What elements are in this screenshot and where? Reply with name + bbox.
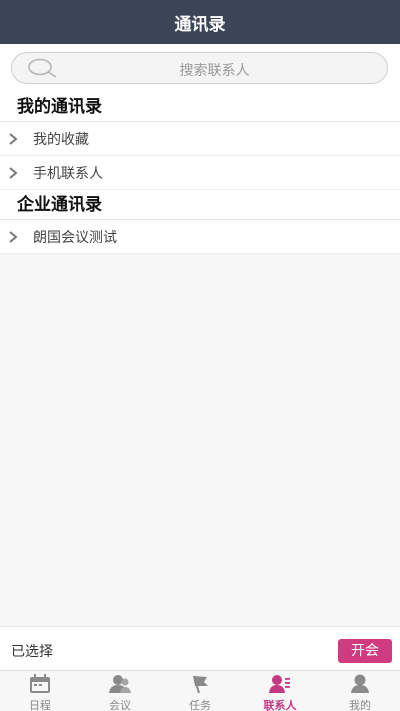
selection-bar: 已选择 开会: [0, 626, 400, 670]
contacts-icon: [269, 675, 290, 693]
chevron-right-icon: [9, 166, 18, 179]
search-input[interactable]: 搜索联系人: [11, 52, 388, 84]
search-placeholder: 搜索联系人: [179, 63, 250, 79]
app-header: 通讯录: [0, 0, 400, 44]
chevron-right-icon: [9, 230, 18, 243]
tab-label: 我的: [349, 699, 371, 711]
tab-task[interactable]: 任务: [160, 671, 240, 711]
tab-contacts[interactable]: 联系人: [240, 671, 320, 711]
list-item-phone-contacts[interactable]: 手机联系人: [0, 156, 400, 190]
tab-schedule[interactable]: 日程: [0, 671, 80, 711]
page-title: 通讯录: [174, 14, 226, 35]
tab-mine[interactable]: 我的: [320, 671, 400, 711]
tab-label: 会议: [109, 699, 131, 711]
search-bar: 搜索联系人: [0, 44, 400, 92]
flag-icon: [193, 675, 208, 694]
start-meeting-button[interactable]: 开会: [338, 639, 392, 663]
meeting-icon: [109, 675, 131, 693]
section-my-contacts-title: 我的通讯录: [0, 92, 400, 122]
list-item-favorites[interactable]: 我的收藏: [0, 122, 400, 156]
list-item-org[interactable]: 朗国会议测试: [0, 220, 400, 254]
section-enterprise-contacts-title: 企业通讯录: [0, 190, 400, 220]
tab-label: 日程: [29, 699, 51, 711]
selected-label: 已选择: [11, 644, 53, 660]
list-item-label: 手机联系人: [33, 165, 103, 182]
person-icon: [351, 674, 369, 693]
list-item-label: 朗国会议测试: [33, 229, 117, 246]
calendar-icon: [30, 674, 50, 693]
bottom-tab-bar: 日程 会议 任务 联系人 我的: [0, 670, 400, 711]
list-item-label: 我的收藏: [33, 131, 89, 148]
tab-label: 联系人: [263, 699, 297, 711]
chevron-right-icon: [9, 132, 18, 145]
tab-label: 任务: [189, 699, 211, 711]
tab-meeting[interactable]: 会议: [80, 671, 160, 711]
